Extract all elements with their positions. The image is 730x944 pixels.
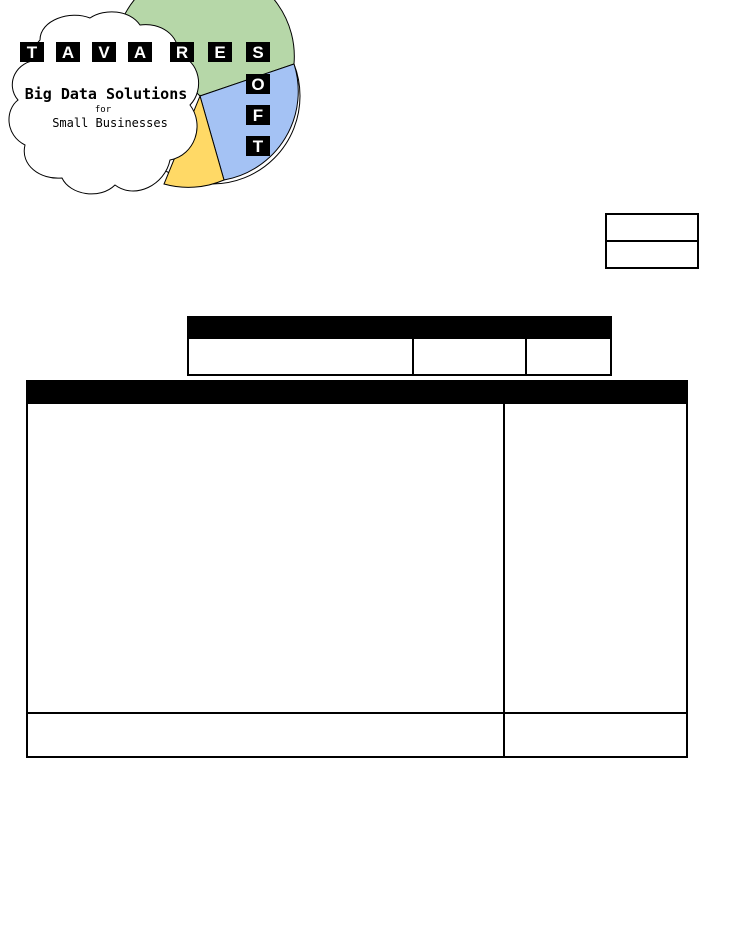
logo-tagline-main: Big Data Solutions bbox=[25, 85, 188, 103]
logo-letter: O bbox=[251, 75, 264, 94]
info-cell-3[interactable] bbox=[527, 339, 610, 374]
items-description-area[interactable] bbox=[28, 404, 503, 712]
invoice-date-box[interactable] bbox=[605, 240, 699, 269]
logo-tagline-sub: Small Businesses bbox=[52, 116, 168, 130]
logo-letter: V bbox=[98, 43, 110, 62]
info-cell-2[interactable] bbox=[414, 339, 525, 374]
info-table-header bbox=[187, 316, 612, 338]
logo-letter: F bbox=[253, 106, 263, 125]
tavares-soft-logo: T A V A R E S O F T Big Data Solutions f… bbox=[8, 0, 301, 195]
total-amount-cell[interactable] bbox=[505, 714, 686, 756]
logo-letters-side: O F T bbox=[246, 74, 270, 156]
logo-letter: A bbox=[62, 43, 74, 62]
logo-letter: T bbox=[253, 137, 264, 156]
logo-letter: E bbox=[214, 43, 225, 62]
items-amount-area[interactable] bbox=[505, 404, 686, 712]
total-label-cell bbox=[28, 714, 503, 756]
logo-letter: T bbox=[27, 43, 38, 62]
info-cell-1[interactable] bbox=[189, 339, 412, 374]
invoice-number-box[interactable] bbox=[605, 213, 699, 242]
logo-letter: R bbox=[176, 43, 188, 62]
logo-letter: A bbox=[134, 43, 146, 62]
items-table-header bbox=[26, 380, 688, 404]
logo-tagline-for: for bbox=[95, 105, 112, 115]
logo-letter: S bbox=[252, 43, 263, 62]
